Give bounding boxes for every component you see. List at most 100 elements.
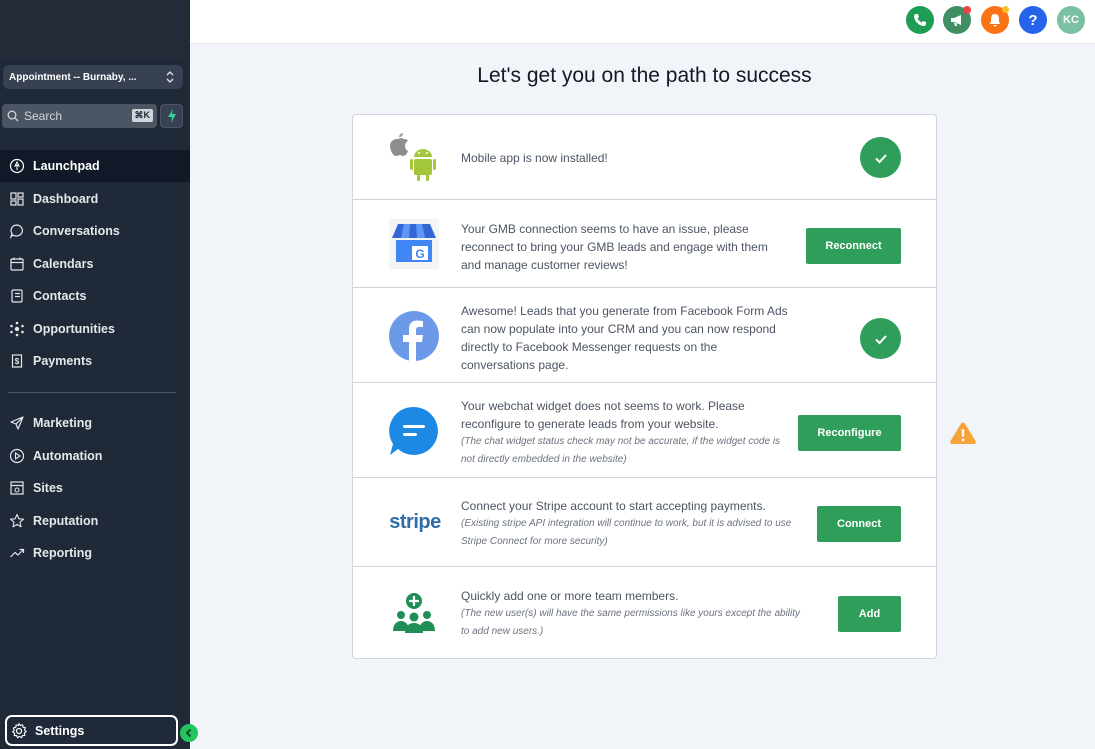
- search-icon: [7, 110, 19, 122]
- sidebar: Appointment -- Burnaby, ... Search ⌘K La…: [0, 0, 190, 749]
- avatar[interactable]: KC: [1057, 6, 1085, 34]
- sidebar-item-label: Contacts: [33, 289, 87, 303]
- calendar-icon: [8, 255, 26, 273]
- reconfigure-button[interactable]: Reconfigure: [798, 415, 901, 451]
- bolt-icon: [167, 109, 176, 123]
- sidebar-item-launchpad[interactable]: Launchpad: [0, 150, 190, 182]
- list-item-facebook: Awesome! Leads that you generate from Fa…: [353, 288, 936, 383]
- row-note: (Existing stripe API integration will co…: [461, 518, 792, 547]
- svg-text:G: G: [415, 247, 424, 261]
- sidebar-item-automation[interactable]: Automation: [0, 440, 190, 472]
- payments-icon: $: [8, 352, 26, 370]
- launchpad-icon: [8, 157, 26, 175]
- sidebar-item-opportunities[interactable]: Opportunities: [0, 313, 190, 345]
- apple-android-icon: [386, 129, 442, 185]
- opportunities-icon: [8, 320, 26, 338]
- connect-button[interactable]: Connect: [817, 506, 901, 542]
- top-bar: ? KC: [190, 0, 1095, 44]
- chat-widget-icon: [386, 403, 442, 459]
- row-text: Your GMB connection seems to have an iss…: [461, 222, 768, 272]
- row-main-text: Your webchat widget does not seems to wo…: [461, 399, 745, 431]
- list-item-team: Quickly add one or more team members. (T…: [353, 567, 936, 659]
- svg-text:$: $: [15, 357, 20, 366]
- help-icon: ?: [1028, 11, 1038, 29]
- sites-icon: [8, 479, 26, 497]
- search-placeholder: Search: [24, 109, 63, 123]
- chevron-left-icon: [185, 728, 192, 738]
- notifications-button[interactable]: [981, 6, 1009, 34]
- check-icon: [860, 137, 901, 178]
- row-note: (The chat widget status check may not be…: [461, 436, 781, 465]
- list-item-mobile-app: Mobile app is now installed!: [353, 115, 936, 200]
- list-item-webchat: Your webchat widget does not seems to wo…: [353, 383, 936, 478]
- gear-icon: [12, 722, 27, 738]
- sidebar-item-label: Automation: [33, 449, 103, 463]
- sidebar-header: [0, 0, 190, 60]
- send-icon: [8, 414, 26, 432]
- page-title: Let's get you on the path to success: [477, 64, 812, 87]
- reconnect-button[interactable]: Reconnect: [806, 228, 901, 264]
- onboarding-card: Mobile app is now installed! G Your GMB …: [352, 114, 937, 659]
- notification-dot: [963, 6, 971, 14]
- sidebar-item-label: Payments: [33, 354, 93, 368]
- sidebar-item-label: Reputation: [33, 514, 99, 528]
- help-button[interactable]: ?: [1019, 6, 1047, 34]
- sidebar-item-calendars[interactable]: Calendars: [0, 248, 190, 280]
- sidebar-item-sites[interactable]: Sites: [0, 472, 190, 504]
- check-icon: [860, 318, 901, 359]
- sidebar-item-label: Calendars: [33, 257, 94, 271]
- list-item-gmb: G Your GMB connection seems to have an i…: [353, 200, 936, 288]
- facebook-icon: [386, 308, 442, 364]
- contacts-icon: [8, 287, 26, 305]
- collapse-sidebar-button[interactable]: [180, 724, 198, 742]
- phone-button[interactable]: [906, 6, 934, 34]
- google-my-business-icon: G: [386, 216, 442, 272]
- add-button[interactable]: Add: [838, 596, 901, 632]
- location-name: Appointment -- Burnaby, ...: [9, 71, 137, 83]
- phone-icon: [914, 14, 926, 26]
- settings-label: Settings: [35, 723, 85, 738]
- add-team-icon: [386, 585, 442, 641]
- sidebar-item-label: Sites: [33, 481, 63, 495]
- row-text: Quickly add one or more team members. (T…: [461, 587, 806, 641]
- sidebar-item-label: Marketing: [33, 416, 93, 430]
- announcements-button[interactable]: [943, 6, 971, 34]
- row-note: (The new user(s) will have the same perm…: [461, 608, 801, 637]
- chat-icon: [8, 222, 26, 240]
- stripe-logo: stripe: [385, 494, 445, 550]
- row-text: Mobile app is now installed!: [461, 151, 608, 165]
- avatar-initials: KC: [1063, 14, 1079, 26]
- row-main-text: Connect your Stripe account to start acc…: [461, 499, 766, 513]
- sidebar-item-label: Dashboard: [33, 192, 99, 206]
- star-icon: [8, 512, 26, 530]
- trend-icon: [8, 544, 26, 562]
- sidebar-item-settings[interactable]: Settings: [5, 715, 178, 746]
- sidebar-item-conversations[interactable]: Conversations: [0, 215, 190, 247]
- sidebar-divider: [8, 392, 176, 393]
- sidebar-item-reputation[interactable]: Reputation: [0, 505, 190, 537]
- sidebar-item-contacts[interactable]: Contacts: [0, 280, 190, 312]
- sidebar-item-payments[interactable]: $ Payments: [0, 345, 190, 377]
- stripe-logo-text: stripe: [389, 510, 441, 533]
- chevron-updown-icon: [166, 71, 174, 83]
- sidebar-item-reporting[interactable]: Reporting: [0, 537, 190, 569]
- row-text: Your webchat widget does not seems to wo…: [461, 397, 781, 469]
- list-item-stripe: stripe Connect your Stripe account to st…: [353, 478, 936, 567]
- megaphone-icon: [951, 15, 961, 26]
- row-text: Connect your Stripe account to start acc…: [461, 497, 796, 551]
- search-shortcut: ⌘K: [131, 109, 153, 122]
- warning-icon: [950, 422, 976, 444]
- sidebar-item-marketing[interactable]: Marketing: [0, 407, 190, 439]
- sidebar-item-label: Opportunities: [33, 322, 115, 336]
- sidebar-item-dashboard[interactable]: Dashboard: [0, 183, 190, 215]
- sidebar-item-label: Launchpad: [33, 159, 100, 173]
- dashboard-icon: [8, 190, 26, 208]
- location-switcher[interactable]: Appointment -- Burnaby, ...: [3, 65, 183, 89]
- automation-icon: [8, 447, 26, 465]
- sidebar-item-label: Reporting: [33, 546, 93, 560]
- row-text: Awesome! Leads that you generate from Fa…: [461, 304, 788, 372]
- quick-action-button[interactable]: [160, 104, 183, 128]
- notification-dot: [1002, 6, 1009, 13]
- search-input[interactable]: Search ⌘K: [2, 104, 157, 128]
- row-main-text: Quickly add one or more team members.: [461, 589, 679, 603]
